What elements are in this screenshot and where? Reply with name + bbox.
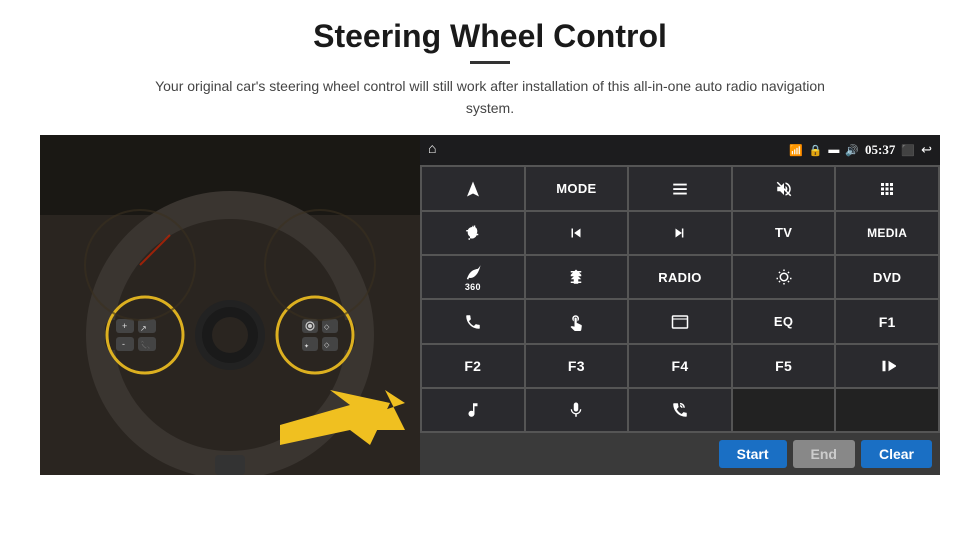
btn-eject[interactable] — [526, 256, 628, 298]
btn-next[interactable] — [629, 212, 731, 254]
page-container: Steering Wheel Control Your original car… — [0, 0, 980, 544]
svg-text:◇: ◇ — [324, 323, 330, 331]
svg-text:-: - — [122, 339, 125, 349]
status-time: 05:37 — [865, 142, 895, 158]
btn-brightness[interactable] — [733, 256, 835, 298]
btn-radio[interactable]: RADIO — [629, 256, 731, 298]
btn-eq[interactable]: EQ — [733, 300, 835, 342]
svg-text:+: + — [122, 321, 127, 331]
btn-f2[interactable]: F2 — [422, 345, 524, 387]
btn-f5[interactable]: F5 — [733, 345, 835, 387]
btn-360[interactable]: 360 — [422, 256, 524, 298]
btn-prev[interactable] — [526, 212, 628, 254]
svg-text:✦: ✦ — [304, 343, 309, 350]
svg-text:↗: ↗ — [140, 324, 147, 333]
content-row: + - ↗ 📞 ◇ ◇ ✦ — [40, 135, 940, 475]
svg-text:◇: ◇ — [324, 341, 330, 349]
title-divider — [470, 61, 510, 64]
start-button[interactable]: Start — [719, 440, 787, 468]
screen-icon: ⬛ — [901, 144, 915, 157]
home-icon: ⌂ — [428, 142, 436, 158]
back-icon: ↩ — [921, 142, 932, 158]
btn-play-pause[interactable] — [836, 345, 938, 387]
btn-f1[interactable]: F1 — [836, 300, 938, 342]
btn-dvd[interactable]: DVD — [836, 256, 938, 298]
btn-list[interactable] — [629, 167, 731, 209]
audio-icon: 🔊 — [845, 144, 859, 157]
end-button[interactable]: End — [793, 440, 855, 468]
btn-mode[interactable]: MODE — [526, 167, 628, 209]
clear-button[interactable]: Clear — [861, 440, 932, 468]
lock-icon: 🔒 — [809, 144, 823, 157]
btn-swipe-gesture[interactable] — [526, 300, 628, 342]
btn-volume-call[interactable] — [629, 389, 731, 431]
grid-empty-2 — [836, 389, 938, 431]
btn-tv[interactable]: TV — [733, 212, 835, 254]
grid-empty-1 — [733, 389, 835, 431]
btn-f3[interactable]: F3 — [526, 345, 628, 387]
btn-screen-resize[interactable] — [629, 300, 731, 342]
steering-wheel-image: + - ↗ 📞 ◇ ◇ ✦ — [40, 135, 420, 475]
btn-settings[interactable] — [422, 212, 524, 254]
card-icon: ▬ — [828, 144, 839, 156]
btn-mute[interactable] — [733, 167, 835, 209]
button-grid: MODE TV — [420, 165, 940, 433]
wifi-icon: 📶 — [789, 144, 803, 157]
svg-text:📞: 📞 — [140, 340, 150, 350]
btn-f4[interactable]: F4 — [629, 345, 731, 387]
ui-panel: ⌂ 📶 🔒 ▬ 🔊 05:37 ⬛ ↩ MODE — [420, 135, 940, 475]
bottom-bar: Start End Clear — [420, 433, 940, 475]
page-title: Steering Wheel Control — [313, 18, 667, 55]
status-icons: 📶 🔒 ▬ 🔊 05:37 ⬛ ↩ — [789, 142, 932, 158]
btn-navigate[interactable] — [422, 167, 524, 209]
btn-microphone[interactable] — [526, 389, 628, 431]
status-bar: ⌂ 📶 🔒 ▬ 🔊 05:37 ⬛ ↩ — [420, 135, 940, 165]
btn-music-note[interactable] — [422, 389, 524, 431]
btn-apps[interactable] — [836, 167, 938, 209]
page-subtitle: Your original car's steering wheel contr… — [130, 76, 850, 119]
btn-media[interactable]: MEDIA — [836, 212, 938, 254]
btn-phone-call[interactable] — [422, 300, 524, 342]
